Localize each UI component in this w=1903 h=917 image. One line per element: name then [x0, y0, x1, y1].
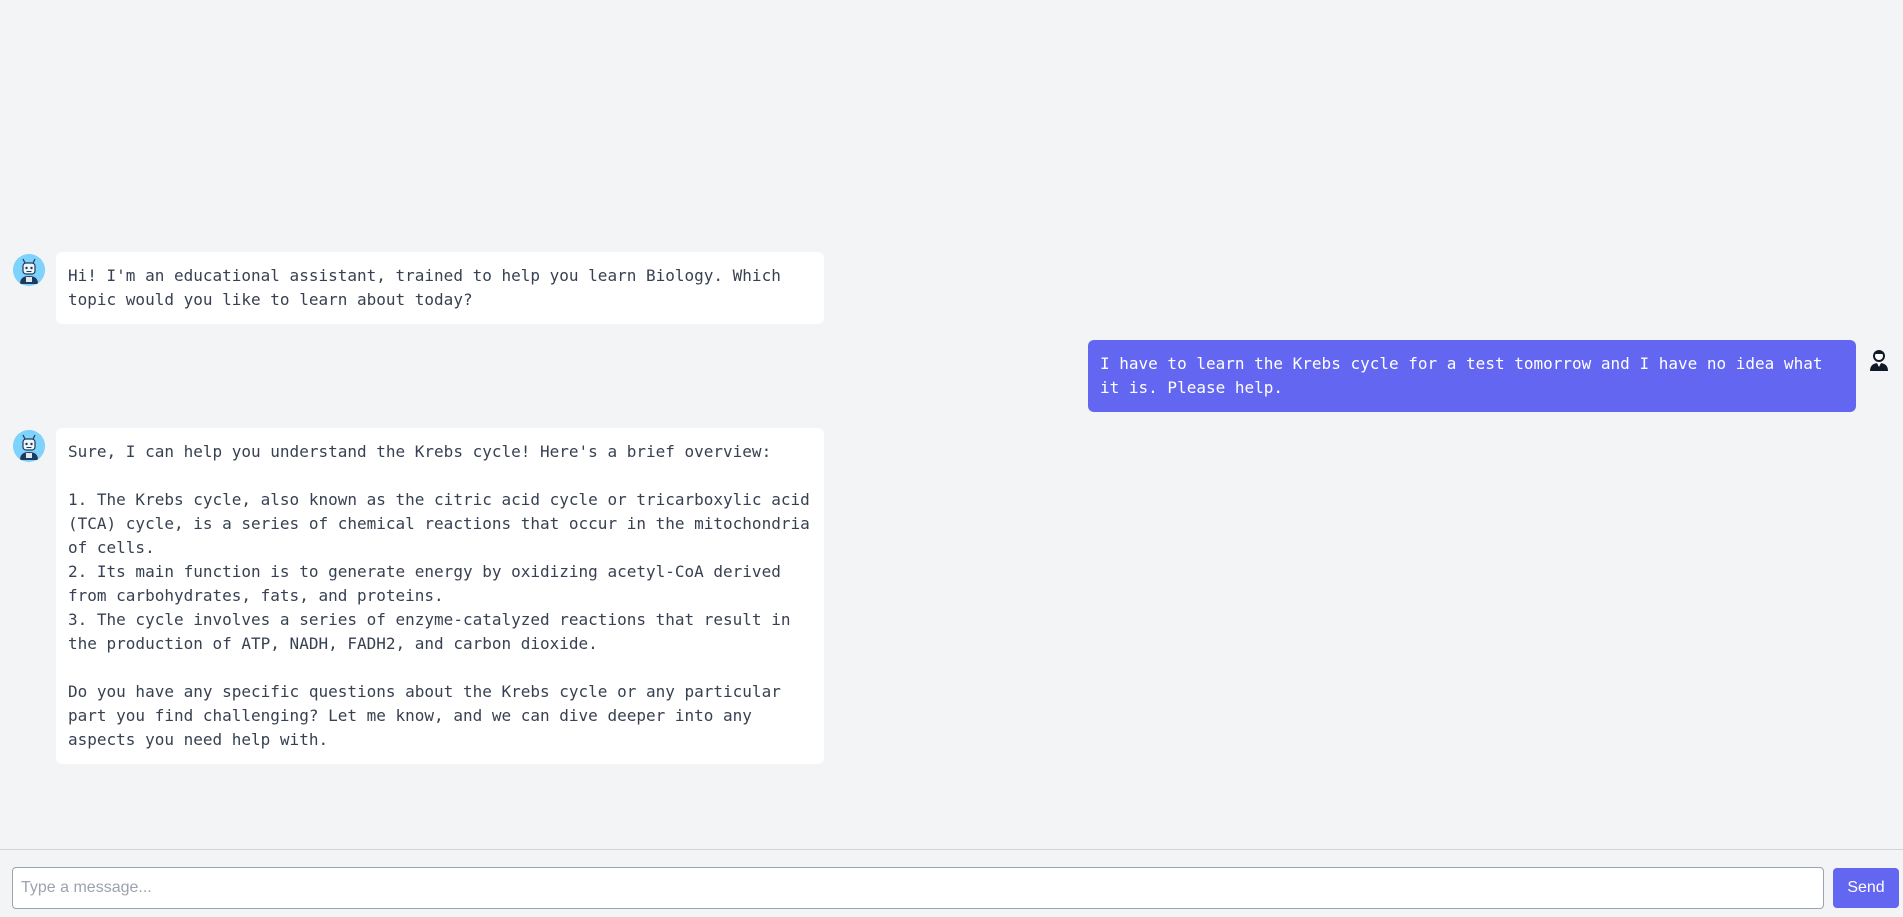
message-input[interactable] — [12, 867, 1824, 909]
send-button[interactable]: Send — [1833, 868, 1899, 908]
bot-message-bubble: Sure, I can help you understand the Kreb… — [56, 428, 824, 764]
user-avatar-icon — [1868, 348, 1890, 372]
bot-message-bubble: Hi! I'm an educational assistant, traine… — [56, 252, 824, 324]
message-composer: Send — [0, 849, 1903, 917]
robot-avatar-icon — [13, 430, 45, 462]
user-message-bubble: I have to learn the Krebs cycle for a te… — [1088, 340, 1856, 412]
robot-avatar-icon — [13, 254, 45, 286]
chat-app: Hi! I'm an educational assistant, traine… — [0, 0, 1903, 917]
message-list: Hi! I'm an educational assistant, traine… — [0, 0, 1903, 849]
